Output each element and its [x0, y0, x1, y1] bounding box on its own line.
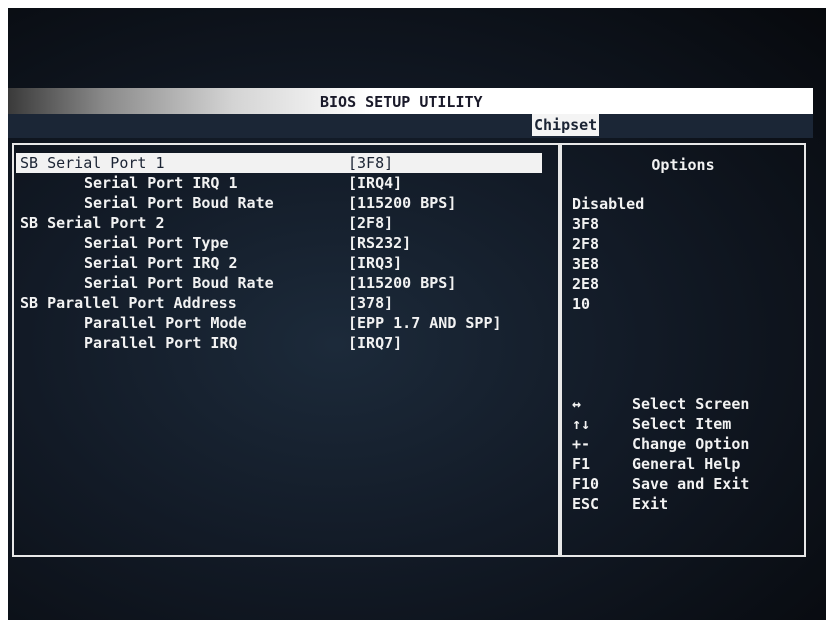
help-description: Select Screen — [632, 395, 750, 413]
setting-row-sb-serial-port-2[interactable]: SB Serial Port 2 [2F8] — [16, 213, 546, 233]
esc-key: ESC — [572, 495, 600, 513]
setting-label: Serial Port IRQ 1 — [84, 174, 238, 192]
option-item[interactable]: 2E8 — [572, 274, 599, 294]
setting-label: Serial Port Boud Rate — [84, 194, 274, 212]
help-description: Select Item — [632, 415, 732, 433]
setting-row-serial-port-irq-1[interactable]: Serial Port IRQ 1 [IRQ4] — [16, 173, 546, 193]
option-item[interactable]: 3F8 — [572, 214, 599, 234]
left-right-arrows-icon: ↔ — [572, 395, 582, 413]
setting-label: SB Parallel Port Address — [20, 294, 237, 312]
tab-strip — [8, 114, 813, 138]
f10-key: F10 — [572, 475, 600, 493]
setting-row-sb-serial-port-1[interactable]: SB Serial Port 1 [3F8] — [16, 153, 542, 173]
option-item[interactable]: 2F8 — [572, 234, 599, 254]
option-item[interactable]: Disabled — [572, 194, 644, 214]
setting-value[interactable]: [IRQ7] — [348, 333, 402, 353]
setting-label: Serial Port IRQ 2 — [84, 254, 238, 272]
up-down-arrows-icon: ↑↓ — [572, 415, 591, 433]
setting-value[interactable]: [IRQ3] — [348, 253, 402, 273]
setting-value[interactable]: [EPP 1.7 AND SPP] — [348, 313, 502, 333]
setting-label: Serial Port Type — [84, 234, 229, 252]
setting-label: Parallel Port Mode — [84, 314, 247, 332]
setting-value[interactable]: [115200 BPS] — [348, 273, 456, 293]
setting-row-serial-port-irq-2[interactable]: Serial Port IRQ 2 [IRQ3] — [16, 253, 546, 273]
setting-value[interactable]: [378] — [348, 293, 393, 313]
setting-label: Serial Port Boud Rate — [84, 274, 274, 292]
help-description: Exit — [632, 495, 669, 513]
setting-row-serial-port-type[interactable]: Serial Port Type [RS232] — [16, 233, 546, 253]
app-title: BIOS SETUP UTILITY — [320, 93, 483, 111]
f1-key: F1 — [572, 455, 591, 473]
option-item[interactable]: 3E8 — [572, 254, 599, 274]
setting-row-parallel-port-irq[interactable]: Parallel Port IRQ [IRQ7] — [16, 333, 546, 353]
help-description: Save and Exit — [632, 475, 750, 493]
setting-value[interactable]: [RS232] — [348, 233, 411, 253]
setting-label: SB Serial Port 1 — [20, 154, 165, 172]
help-description: General Help — [632, 455, 741, 473]
option-item[interactable]: 10 — [572, 294, 590, 314]
setting-row-parallel-port-mode[interactable]: Parallel Port Mode [EPP 1.7 AND SPP] — [16, 313, 546, 333]
setting-row-serial-port-baud-rate-1[interactable]: Serial Port Boud Rate [115200 BPS] — [16, 193, 546, 213]
setting-label: Parallel Port IRQ — [84, 334, 238, 352]
setting-row-sb-parallel-port-address[interactable]: SB Parallel Port Address [378] — [16, 293, 546, 313]
setting-value[interactable]: [IRQ4] — [348, 173, 402, 193]
setting-value[interactable]: [3F8] — [348, 153, 393, 173]
setting-value[interactable]: [2F8] — [348, 213, 393, 233]
tab-chipset[interactable]: Chipset — [532, 114, 600, 136]
help-description: Change Option — [632, 435, 750, 453]
plus-minus-key: +- — [572, 435, 591, 453]
setting-value[interactable]: [115200 BPS] — [348, 193, 456, 213]
options-title: Options — [651, 156, 715, 174]
setting-label: SB Serial Port 2 — [20, 214, 165, 232]
setting-row-serial-port-baud-rate-2[interactable]: Serial Port Boud Rate [115200 BPS] — [16, 273, 546, 293]
